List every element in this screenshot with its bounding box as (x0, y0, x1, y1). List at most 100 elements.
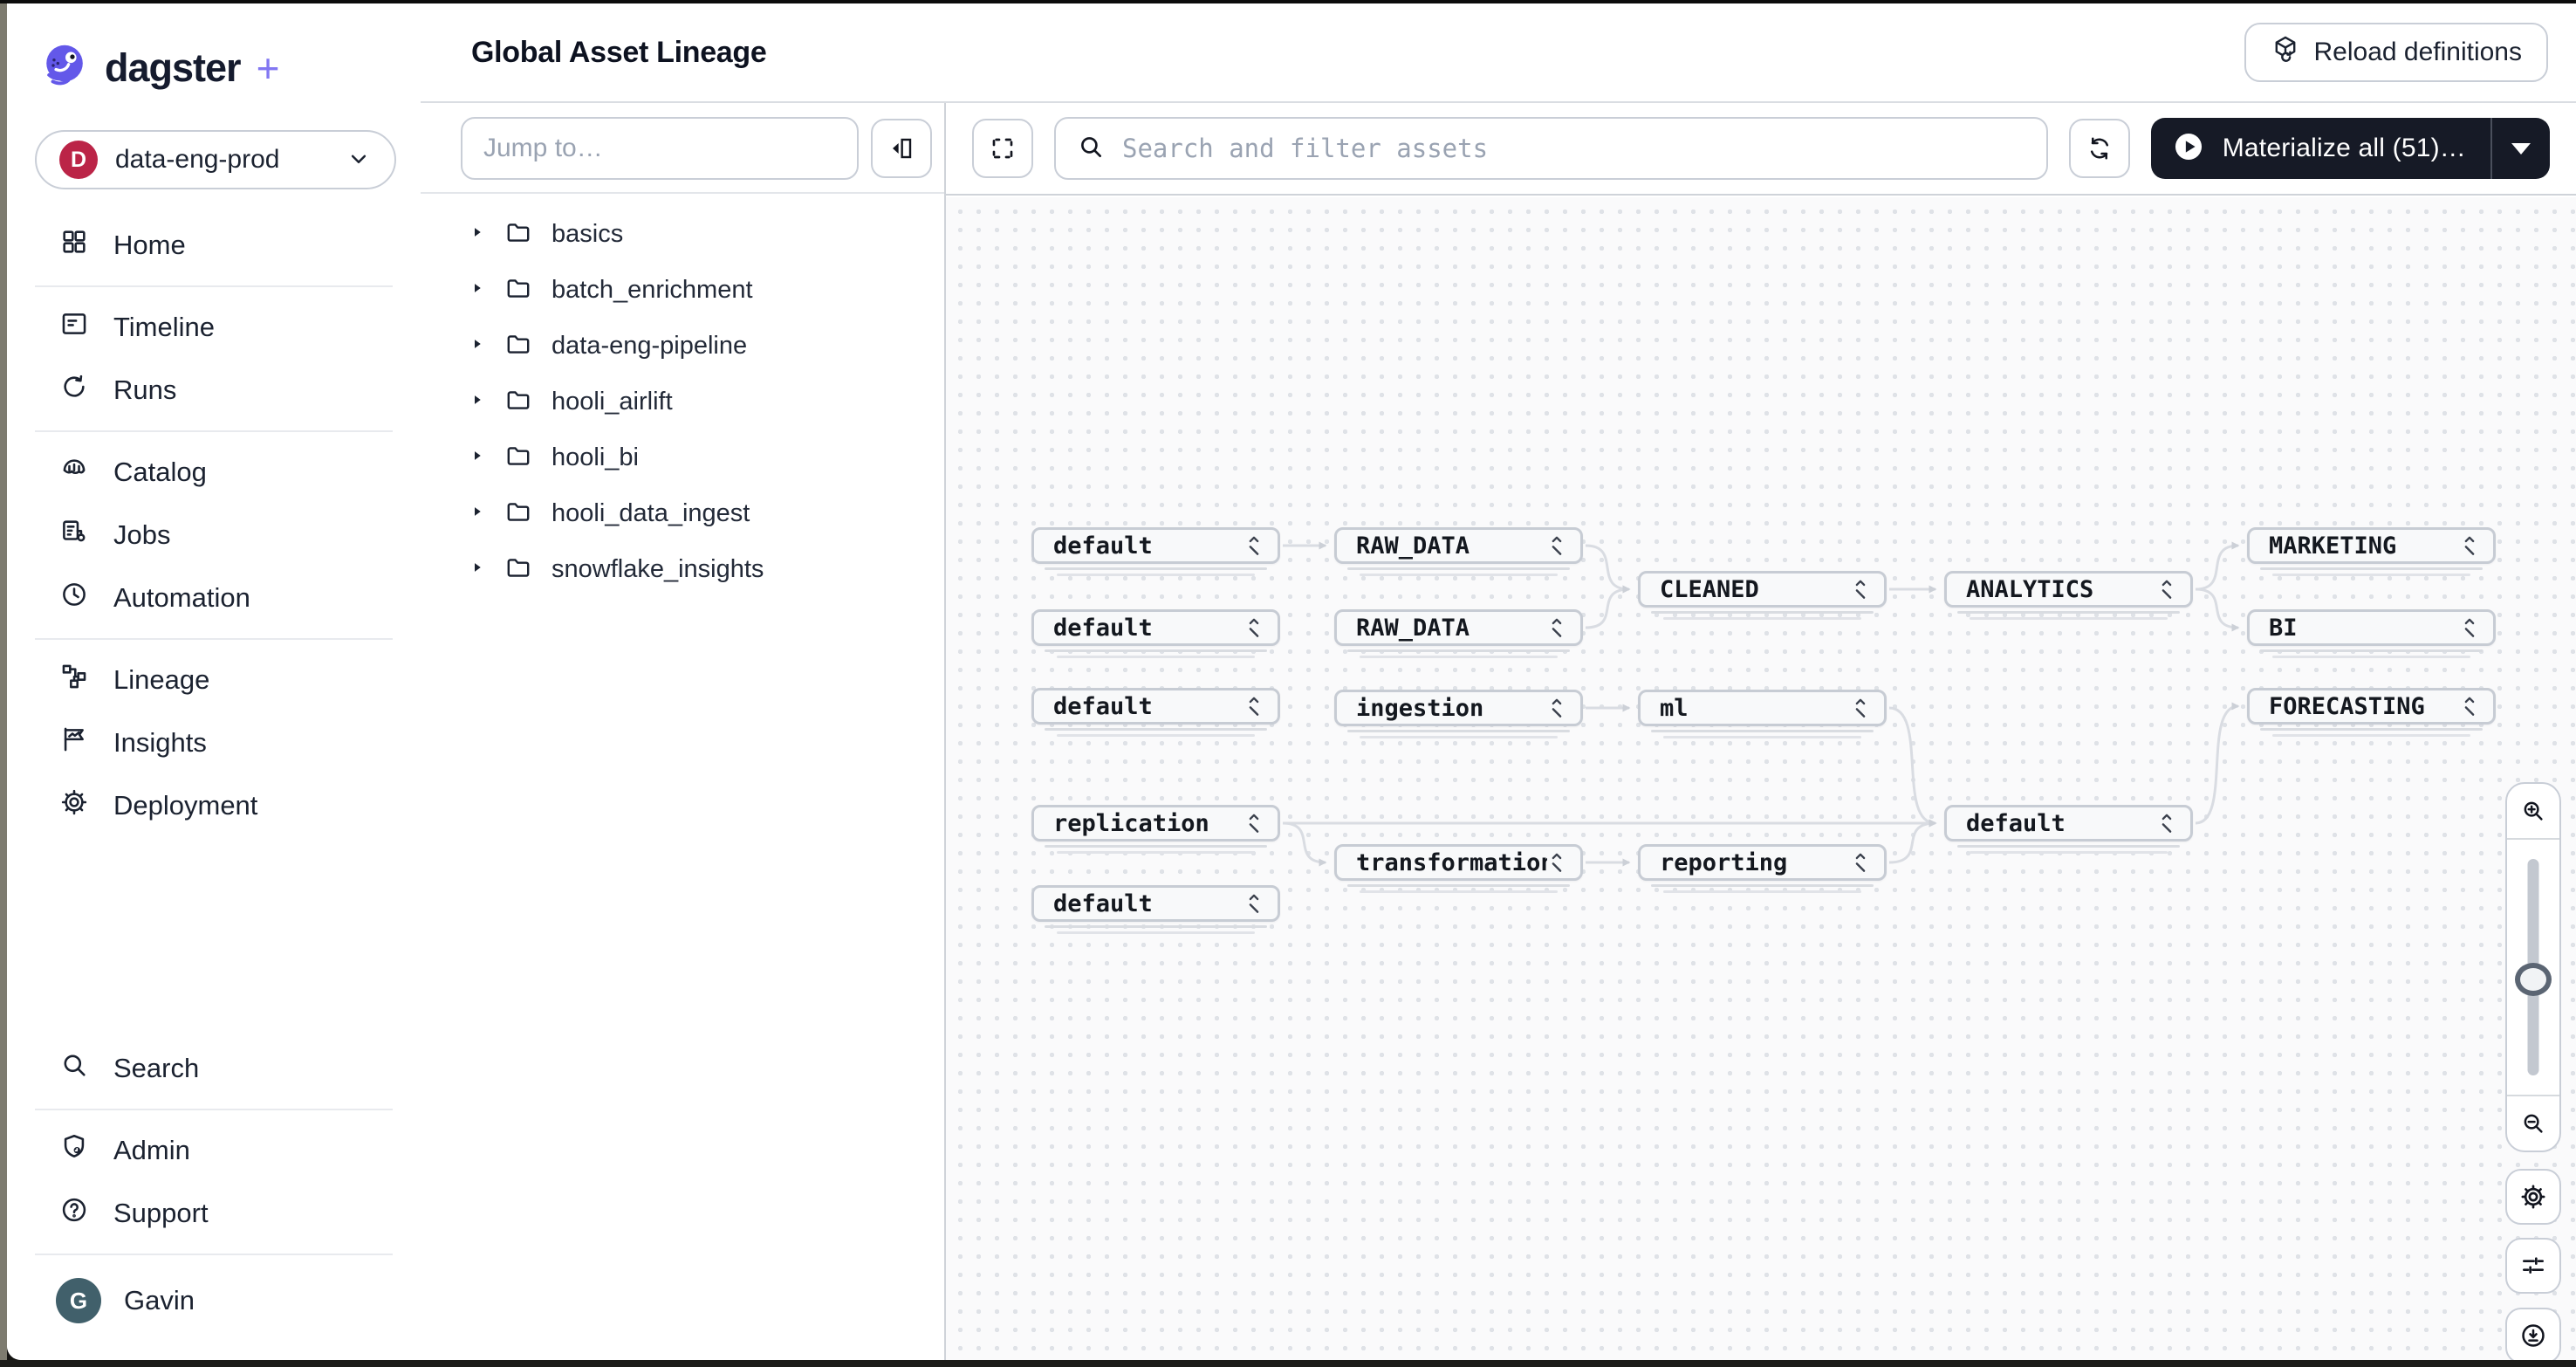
node-expander-icon[interactable] (1547, 534, 1566, 557)
asset-group-node-cleaned[interactable]: CLEANED (1638, 571, 1887, 608)
tree-folder-data-eng-pipeline[interactable]: data-eng-pipeline (421, 318, 944, 374)
node-expander-icon[interactable] (2157, 812, 2176, 835)
node-expander-icon[interactable] (1244, 695, 1264, 718)
gear-icon (2519, 1183, 2547, 1211)
jump-to-input[interactable] (461, 117, 859, 180)
node-expander-icon[interactable] (1244, 534, 1264, 557)
caret-right-icon[interactable] (469, 336, 485, 356)
asset-group-node-analytics[interactable]: ANALYTICS (1944, 571, 2193, 608)
node-expander-icon[interactable] (1547, 616, 1566, 639)
node-expander-icon[interactable] (2460, 616, 2479, 639)
sidebar-item-lineage[interactable]: Lineage (7, 649, 421, 711)
nav-divider (35, 430, 393, 432)
asset-search-input[interactable] (1120, 133, 2025, 164)
sidebar-item-catalog[interactable]: Catalog (7, 441, 421, 504)
node-label: default (1966, 810, 2157, 837)
asset-group-node-default-4[interactable]: default (1944, 805, 2193, 841)
sidebar-item-admin[interactable]: Admin (7, 1119, 421, 1182)
nav-divider (35, 1254, 393, 1255)
collapse-panel-icon (887, 134, 915, 162)
deployment-badge: D (59, 141, 98, 179)
sidebar-item-deployment[interactable]: Deployment (7, 774, 421, 837)
graph-filters-button[interactable] (2505, 1238, 2561, 1294)
node-expander-icon[interactable] (2460, 534, 2479, 557)
asset-group-node-reporting[interactable]: reporting (1638, 844, 1887, 881)
graph-settings-button[interactable] (2505, 1169, 2561, 1225)
node-label: transformation (1356, 849, 1547, 876)
materialize-dropdown-button[interactable] (2492, 118, 2550, 179)
sidebar-item-support[interactable]: Support (7, 1182, 421, 1245)
caret-right-icon[interactable] (469, 448, 485, 468)
node-expander-icon[interactable] (1851, 697, 1870, 719)
refresh-icon (2086, 134, 2114, 162)
asset-group-node-bi[interactable]: BI (2247, 609, 2496, 646)
asset-group-node-transformation[interactable]: transformation (1334, 844, 1583, 881)
download-button[interactable] (2505, 1308, 2561, 1360)
folder-icon (504, 442, 532, 474)
fullscreen-button[interactable] (972, 119, 1033, 178)
asset-group-node-default-3[interactable]: default (1031, 688, 1280, 725)
sidebar-item-automation[interactable]: Automation (7, 567, 421, 629)
sidebar-item-timeline[interactable]: Timeline (7, 296, 421, 359)
collapse-panel-button[interactable] (871, 119, 932, 178)
support-help-icon (59, 1195, 89, 1232)
folder-icon (504, 386, 532, 418)
caret-right-icon[interactable] (469, 224, 485, 244)
sidebar-item-insights[interactable]: Insights (7, 711, 421, 774)
sidebar-item-runs[interactable]: Runs (7, 359, 421, 422)
tree-folder-basics[interactable]: basics (421, 206, 944, 262)
reload-definitions-button[interactable]: Reload definitions (2244, 23, 2549, 82)
asset-group-node-raw-data-1[interactable]: RAW_DATA (1334, 527, 1583, 564)
sidebar-item-home[interactable]: Home (7, 214, 421, 277)
asset-group-node-default-1[interactable]: default (1031, 527, 1280, 564)
sidebar-item-search[interactable]: Search (7, 1037, 421, 1100)
tree-folder-batch_enrichment[interactable]: batch_enrichment (421, 262, 944, 318)
asset-group-node-replication[interactable]: replication (1031, 805, 1280, 841)
node-expander-icon[interactable] (1547, 851, 1566, 874)
asset-group-node-marketing[interactable]: MARKETING (2247, 527, 2496, 564)
node-expander-icon[interactable] (1547, 697, 1566, 719)
materialize-all-button[interactable]: Materialize all (51)… (2151, 118, 2490, 179)
materialize-all-label: Materialize all (51)… (2223, 134, 2466, 163)
tree-folder-snowflake_insights[interactable]: snowflake_insights (421, 541, 944, 597)
caret-right-icon[interactable] (469, 504, 485, 524)
screen: dagster + D data-eng-prod Home TimelineRu… (0, 0, 2576, 1367)
nav-divider (35, 638, 393, 640)
node-expander-icon[interactable] (1244, 616, 1264, 639)
deployment-selector[interactable]: D data-eng-prod (35, 130, 396, 189)
asset-group-node-default-2[interactable]: default (1031, 609, 1280, 646)
asset-group-node-ingestion[interactable]: ingestion (1334, 690, 1583, 726)
asset-group-node-ml[interactable]: ml (1638, 690, 1887, 726)
search-icon (59, 1050, 89, 1087)
sidebar-item-jobs[interactable]: Jobs (7, 504, 421, 567)
node-label: RAW_DATA (1356, 532, 1547, 560)
node-expander-icon[interactable] (1851, 851, 1870, 874)
zoom-in-button[interactable] (2507, 784, 2559, 838)
nav-item-label: Catalog (113, 457, 207, 488)
tree-folder-label: snowflake_insights (552, 555, 764, 584)
tree-folder-hooli_data_ingest[interactable]: hooli_data_ingest (421, 485, 944, 541)
user-menu[interactable]: G Gavin (7, 1264, 421, 1337)
node-expander-icon[interactable] (2157, 578, 2176, 601)
node-expander-icon[interactable] (1851, 578, 1870, 601)
caret-right-icon[interactable] (469, 560, 485, 580)
asset-group-node-forecasting[interactable]: FORECASTING (2247, 688, 2496, 725)
node-expander-icon[interactable] (1244, 892, 1264, 915)
asset-group-node-default-5[interactable]: default (1031, 885, 1280, 922)
tree-folder-hooli_bi[interactable]: hooli_bi (421, 429, 944, 485)
logo[interactable]: dagster + (7, 3, 421, 95)
refresh-button[interactable] (2069, 119, 2130, 178)
asset-group-node-raw-data-2[interactable]: RAW_DATA (1334, 609, 1583, 646)
download-icon (2519, 1322, 2547, 1350)
zoom-out-button[interactable] (2507, 1096, 2559, 1151)
materialize-split-button: Materialize all (51)… (2151, 118, 2550, 179)
node-expander-icon[interactable] (2460, 695, 2479, 718)
caret-right-icon[interactable] (469, 280, 485, 300)
node-label: RAW_DATA (1356, 615, 1547, 642)
lineage-graph[interactable]: defaultRAW_DATAdefaultRAW_DATACLEANEDANA… (946, 197, 2576, 1360)
tree-folder-label: hooli_data_ingest (552, 499, 750, 528)
zoom-slider-thumb[interactable] (2515, 963, 2552, 996)
tree-folder-hooli_airlift[interactable]: hooli_airlift (421, 374, 944, 429)
node-expander-icon[interactable] (1244, 812, 1264, 835)
caret-right-icon[interactable] (469, 392, 485, 412)
